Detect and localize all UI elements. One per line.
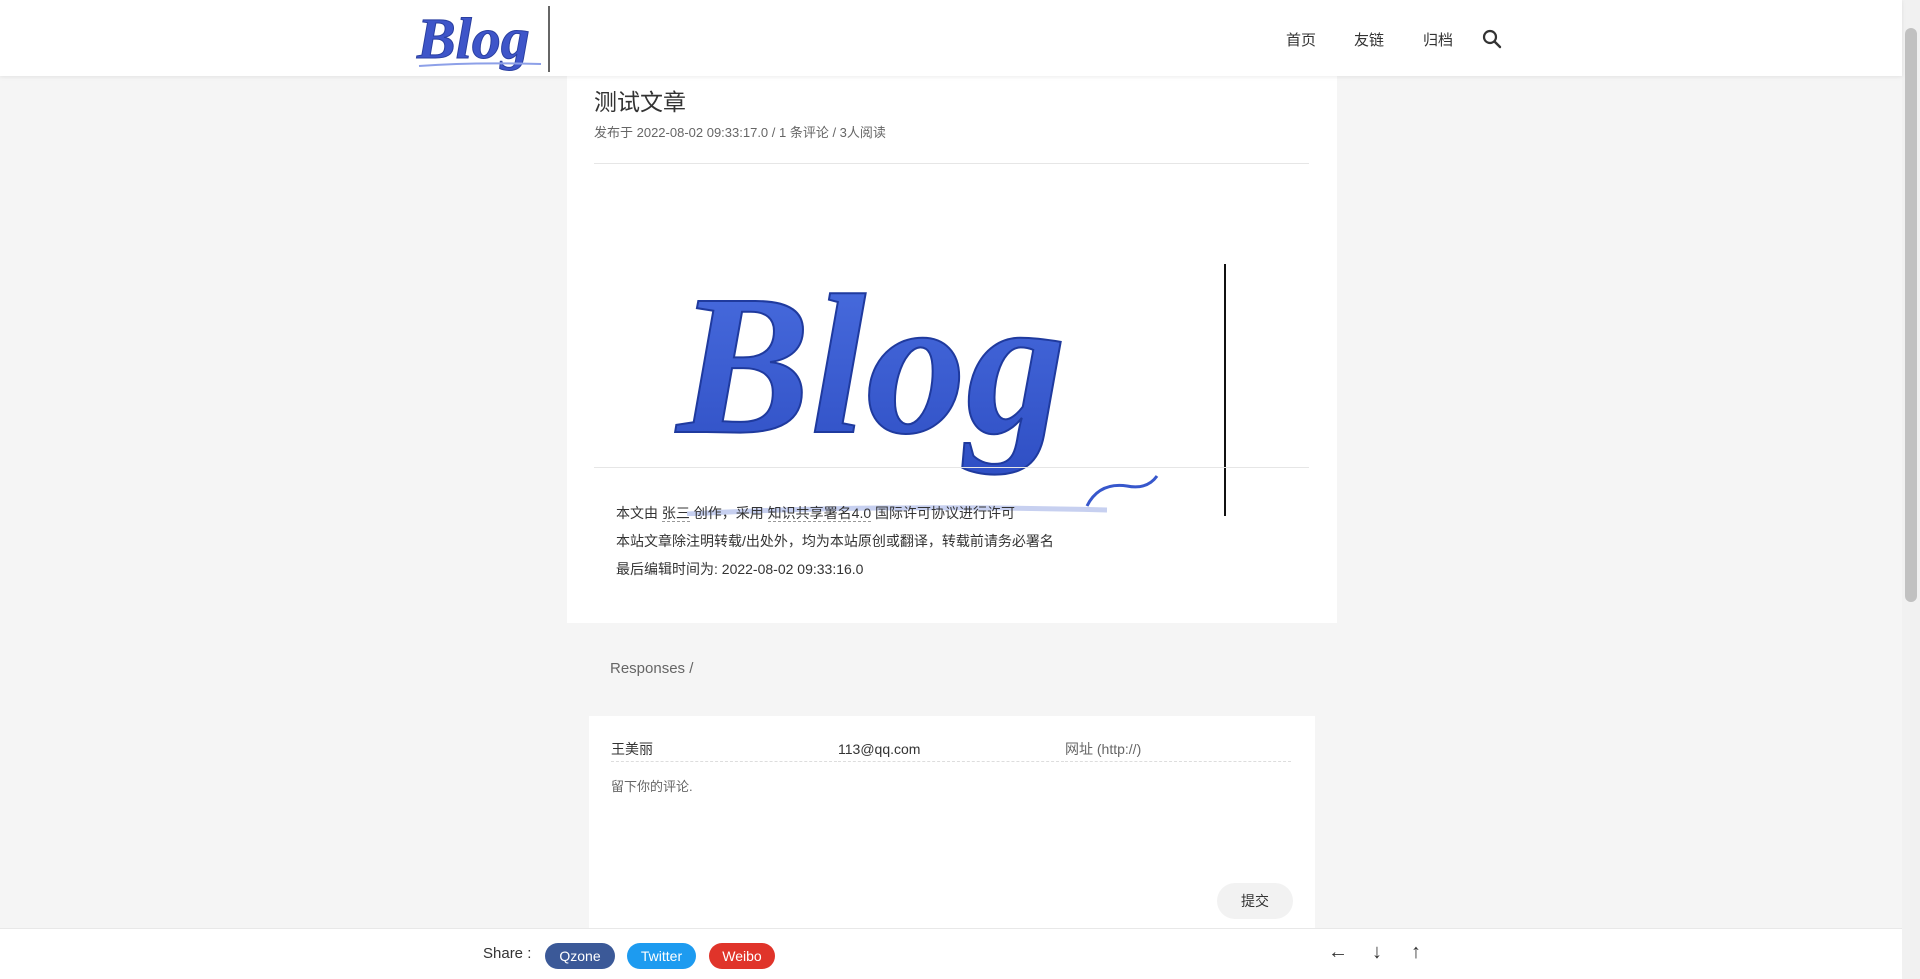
share-qzone-button[interactable]: Qzone: [545, 943, 615, 969]
copyright-notice: 本文由 张三 创作，采用 知识共享署名4.0 国际许可协议进行许可 本站文章除注…: [616, 499, 1054, 583]
site-logo[interactable]: Blog: [413, 6, 551, 72]
nav-home[interactable]: 首页: [1286, 29, 1316, 50]
email-field[interactable]: [838, 736, 1064, 762]
logo-text: Blog: [416, 6, 530, 71]
last-edited: 最后编辑时间为: 2022-08-02 09:33:16.0: [616, 561, 864, 577]
share-twitter-button[interactable]: Twitter: [627, 943, 696, 969]
comment-form: 提交: [589, 716, 1315, 936]
site-header: Blog 首页 友链 归档: [0, 0, 1902, 76]
repost-notice: 本站文章除注明转载/出处外，均为本站原创或翻译，转载前请务必署名: [616, 533, 1054, 549]
share-label: Share :: [483, 945, 532, 962]
copyright-prefix: 本文由: [616, 505, 658, 521]
article-title: 测试文章: [594, 89, 686, 115]
comment-textarea[interactable]: [611, 776, 1293, 866]
submit-button[interactable]: 提交: [1217, 883, 1293, 919]
article-meta: 发布于 2022-08-02 09:33:17.0 / 1 条评论 / 3人阅读: [594, 125, 886, 140]
scrollbar-thumb[interactable]: [1905, 28, 1917, 602]
divider: [594, 467, 1309, 468]
article-card: 测试文章 发布于 2022-08-02 09:33:17.0 / 1 条评论 /…: [567, 76, 1337, 623]
nav-archive[interactable]: 归档: [1423, 29, 1453, 50]
scroll-top-arrow-icon[interactable]: ↑: [1411, 941, 1421, 964]
responses-heading: Responses /: [610, 660, 694, 677]
scrollbar[interactable]: [1902, 0, 1920, 979]
previous-arrow-icon[interactable]: ←: [1328, 941, 1348, 964]
author-link[interactable]: 张三: [661, 505, 690, 522]
copyright-middle: 创作，采用: [693, 505, 764, 521]
share-bar: Share : Qzone Twitter Weibo ← ↓ ↑: [0, 928, 1902, 979]
search-icon[interactable]: [1482, 29, 1502, 49]
license-line: 本文由 张三 创作，采用 知识共享署名4.0 国际许可协议进行许可: [616, 499, 1054, 527]
license-link[interactable]: 知识共享署名4.0: [767, 505, 872, 522]
hero-logo-text: Blog: [675, 255, 1066, 476]
divider: [594, 163, 1309, 164]
name-field[interactable]: [611, 736, 837, 762]
scroll-down-arrow-icon[interactable]: ↓: [1372, 941, 1382, 964]
url-field[interactable]: [1065, 736, 1291, 762]
copyright-suffix: 国际许可协议进行许可: [875, 505, 1016, 521]
share-weibo-button[interactable]: Weibo: [709, 943, 775, 969]
nav-links[interactable]: 友链: [1354, 29, 1384, 50]
